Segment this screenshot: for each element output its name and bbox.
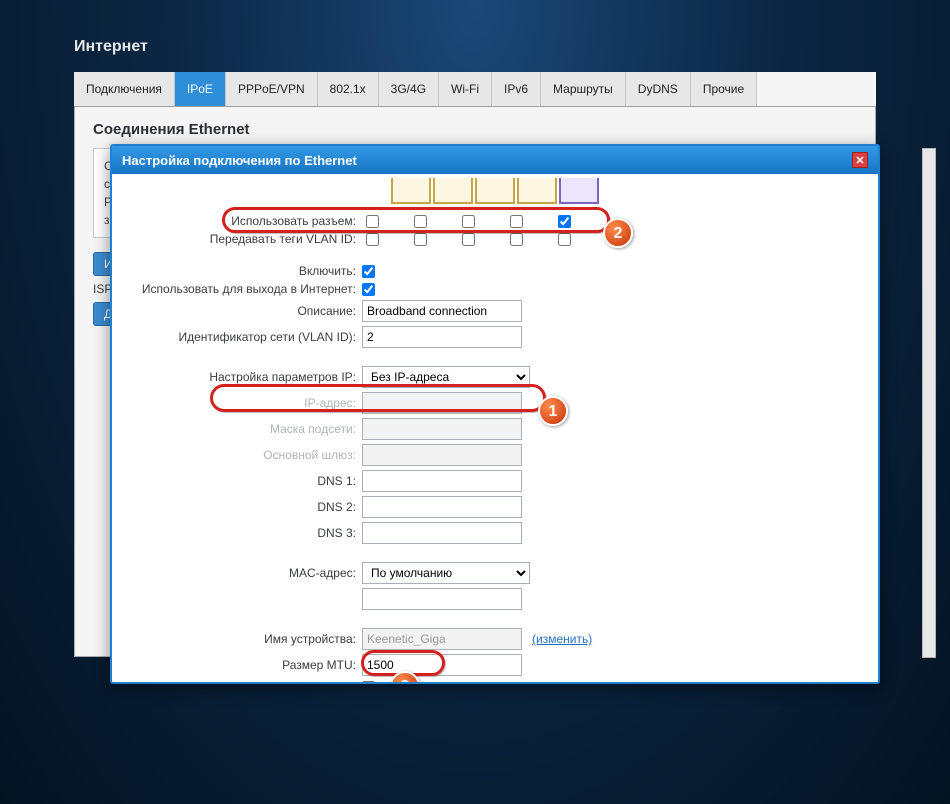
mac-select[interactable]: По умолчанию	[362, 562, 530, 584]
tab-other[interactable]: Прочие	[691, 72, 757, 106]
close-icon[interactable]: ✕	[852, 152, 868, 168]
gateway-input	[362, 444, 522, 466]
tab-connections[interactable]: Подключения	[74, 72, 175, 106]
ip-addr-input	[362, 392, 522, 414]
label-device-name: Имя устройства:	[112, 632, 362, 646]
label-vlan-id: Идентификатор сети (VLAN ID):	[112, 330, 362, 344]
port-diagram	[112, 178, 878, 210]
label-description: Описание:	[112, 304, 362, 318]
label-netmask: Маска подсети:	[112, 422, 362, 436]
page-scrollbar[interactable]	[922, 148, 936, 658]
label-ttl: Не уменьшать TTL:	[112, 680, 362, 682]
port-3	[475, 178, 515, 204]
port-1	[391, 178, 431, 204]
label-dns3: DNS 3:	[112, 526, 362, 540]
tab-8021x[interactable]: 802.1x	[318, 72, 379, 106]
label-gateway: Основной шлюз:	[112, 448, 362, 462]
use-socket-4[interactable]	[510, 215, 523, 228]
dns2-input[interactable]	[362, 496, 522, 518]
tab-wifi[interactable]: Wi-Fi	[439, 72, 492, 106]
vlan-id-input[interactable]	[362, 326, 522, 348]
label-vlan-tags: Передавать теги VLAN ID:	[112, 232, 362, 246]
mtu-input[interactable]	[362, 654, 522, 676]
label-mtu: Размер MTU:	[112, 658, 362, 672]
vlan-tag-1[interactable]	[366, 233, 379, 246]
use-socket-5[interactable]	[558, 215, 571, 228]
tab-ipoe[interactable]: IPoE	[175, 72, 226, 106]
dns1-input[interactable]	[362, 470, 522, 492]
tab-routes[interactable]: Маршруты	[541, 72, 626, 106]
vlan-tags-group	[362, 233, 571, 246]
dns3-input[interactable]	[362, 522, 522, 544]
label-ip-params: Настройка параметров IP:	[112, 370, 362, 384]
vlan-tag-3[interactable]	[462, 233, 475, 246]
panel-heading: Соединения Ethernet	[93, 121, 857, 138]
ip-params-select[interactable]: Без IP-адреса	[362, 366, 530, 388]
change-link[interactable]: (изменить)	[532, 632, 592, 646]
use-socket-3[interactable]	[462, 215, 475, 228]
port-2	[433, 178, 473, 204]
label-ip-addr: IP-адрес:	[112, 396, 362, 410]
tab-dydns[interactable]: DyDNS	[626, 72, 691, 106]
mac-custom-input[interactable]	[362, 588, 522, 610]
label-dns1: DNS 1:	[112, 474, 362, 488]
description-input[interactable]	[362, 300, 522, 322]
tab-ipv6[interactable]: IPv6	[492, 72, 541, 106]
label-enable: Включить:	[112, 264, 362, 278]
vlan-tag-4[interactable]	[510, 233, 523, 246]
label-use-internet: Использовать для выхода в Интернет:	[112, 282, 362, 296]
use-internet-checkbox[interactable]	[362, 283, 375, 296]
modal-titlebar: Настройка подключения по Ethernet ✕	[112, 146, 878, 174]
enable-checkbox[interactable]	[362, 265, 375, 278]
tab-pppoe-vpn[interactable]: PPPoE/VPN	[226, 72, 318, 106]
ttl-checkbox[interactable]	[362, 681, 375, 683]
use-socket-1[interactable]	[366, 215, 379, 228]
netmask-input	[362, 418, 522, 440]
tab-3g4g[interactable]: 3G/4G	[379, 72, 439, 106]
vlan-tag-5[interactable]	[558, 233, 571, 246]
label-mac: MAC-адрес:	[112, 566, 362, 580]
tab-bar: Подключения IPoE PPPoE/VPN 802.1x 3G/4G …	[74, 72, 876, 107]
label-use-socket: Использовать разъем:	[112, 214, 362, 228]
use-socket-group	[362, 215, 571, 228]
label-dns2: DNS 2:	[112, 500, 362, 514]
device-name-input	[362, 628, 522, 650]
ethernet-settings-modal: Настройка подключения по Ethernet ✕ Испо…	[110, 144, 880, 684]
page-title: Интернет	[0, 0, 950, 72]
vlan-tag-2[interactable]	[414, 233, 427, 246]
use-socket-2[interactable]	[414, 215, 427, 228]
modal-body: Использовать разъем: Передавать теги VLA…	[112, 174, 878, 682]
port-5	[559, 178, 599, 204]
port-4	[517, 178, 557, 204]
modal-title-text: Настройка подключения по Ethernet	[122, 153, 357, 168]
